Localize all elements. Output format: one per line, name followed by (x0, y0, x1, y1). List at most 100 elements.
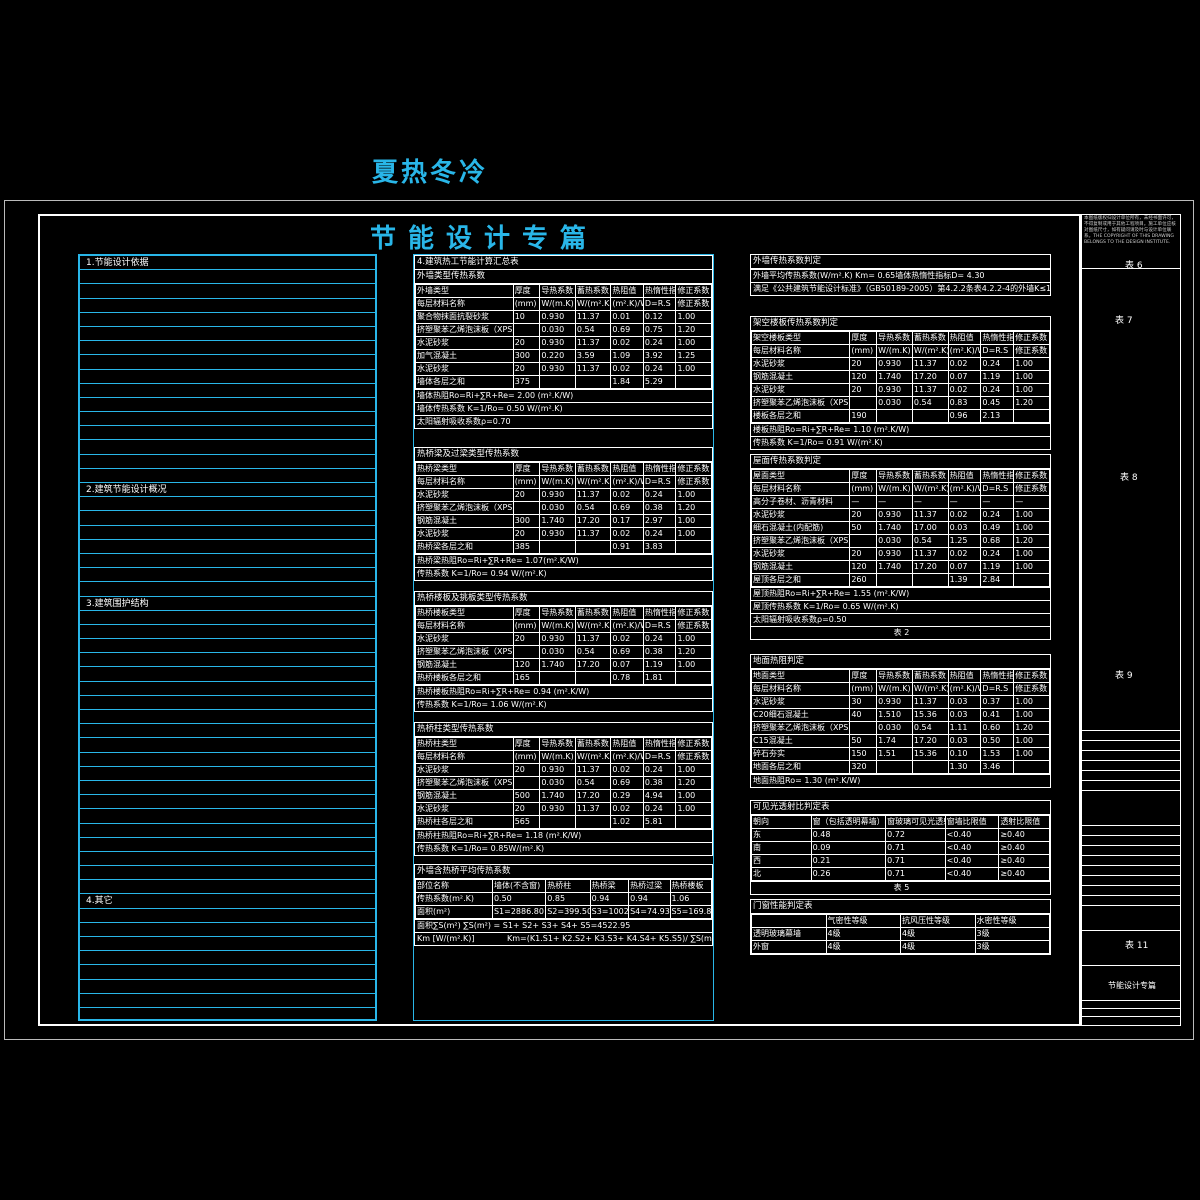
table-cell: 西 (751, 854, 812, 868)
blank-row (80, 965, 375, 980)
table-cell: 1.00 (675, 527, 712, 541)
header-cell: 热惰性指标 (642, 737, 677, 751)
blank-row (80, 540, 375, 554)
table-cell: 4级 (900, 927, 976, 941)
table-cell: 3.46 (980, 760, 1015, 774)
title-block-line (1081, 845, 1181, 846)
header-cell: 厚度 (849, 331, 878, 345)
table-cell: S2=399.50 (545, 905, 591, 919)
blank-row (80, 355, 375, 370)
table-cell: 水泥砂浆 (415, 632, 514, 646)
table-cell: 1.20 (675, 501, 712, 515)
table-cell: 1.25 (675, 349, 712, 363)
header-cell: 热惰性指标 (642, 284, 677, 298)
table-row: 挤塑聚苯乙烯泡沫板（XPS） 0.030 0.54 1.25 0.68 1.20 (750, 534, 1050, 548)
table-cell: 11.37 (574, 763, 612, 777)
header-cell: D=R.S (642, 619, 677, 633)
header-cell: (mm) (512, 619, 541, 633)
table-cell: 20 (849, 508, 878, 522)
table-footnote: 地面热阻Ro= 1.30 (m².K/W) (751, 774, 1050, 787)
table-cell: 1.06 (669, 892, 713, 906)
table-row: 水泥砂浆 20 0.930 11.37 0.02 0.24 1.00 (750, 547, 1050, 561)
table-footnote: 传热系数 K=1/Ro= 1.06 W/(m².K) (415, 698, 712, 711)
blank-row (80, 866, 375, 881)
header-cell: 修正系数 (675, 284, 712, 298)
table-cell: 320 (849, 760, 878, 774)
table-cell: 1.00 (675, 658, 712, 672)
blank-row (80, 455, 375, 469)
table-cell: 0.930 (876, 547, 913, 561)
table-cell: C15混凝土 (750, 734, 851, 748)
table-cell: 水泥砂浆 (415, 362, 514, 376)
table-row: 碎石夯实 150 1.51 15.36 0.10 1.53 1.00 (750, 747, 1050, 761)
table-cell: 0.930 (539, 802, 576, 816)
t-roof-table: 屋面传热系数判定屋面类型厚度导热系数蓄热系数热阻值热惰性指标修正系数每层材料名称… (750, 454, 1051, 640)
t-column-table: 热桥柱类型传热系数热桥柱类型厚度导热系数蓄热系数热阻值热惰性指标修正系数每层材料… (414, 722, 713, 856)
table-cell: ≥0.40 (998, 854, 1050, 868)
table-cell: 钢筋混凝土 (750, 370, 851, 384)
table-footnote: 屋顶热阻Ro=Ri+∑R+Re= 1.55 (m².K/W) (751, 587, 1050, 600)
table-cell: 150 (849, 747, 878, 761)
header-cell: 热阻值 (610, 284, 644, 298)
table-cell: 1.00 (675, 488, 712, 502)
table-title: 可见光透射比判定表 (751, 801, 1050, 815)
table-cell: 1.00 (675, 310, 712, 324)
header-cell: 部位名称 (415, 879, 493, 893)
table-cell: 南 (751, 841, 812, 855)
header-cell: 热桥梁 (589, 879, 630, 893)
table-cell: 0.24 (980, 547, 1015, 561)
table-row: 高分子卷材、沥青材料 — — — — — — (750, 495, 1050, 509)
table-cell: 0.24 (642, 336, 677, 350)
table-cell: — (911, 495, 949, 509)
table-row: C20细石混凝土 40 1.510 15.36 0.03 0.41 1.00 (750, 708, 1050, 722)
table-cell: 4级 (825, 940, 901, 954)
table-cell: 0.24 (980, 383, 1015, 397)
t4-table: 4.建筑热工节能计算汇总表 外墙类型传热系数 外墙类型 厚度 导热系数 蓄热系数 热阻值 热惰… (414, 255, 713, 429)
table-cell: 加气混凝土 (415, 349, 514, 363)
header-cell: 热阻值 (610, 462, 644, 476)
table-cell: 挤塑聚苯乙烯泡沫板（XPS） (750, 721, 851, 735)
table-cell: 20 (512, 362, 541, 376)
table-cell: 190 (849, 409, 878, 423)
table-cell: 17.20 (574, 789, 612, 803)
table-cell: 1.740 (876, 560, 913, 574)
header-cell: 每层材料名称 (415, 475, 514, 489)
table-cell: 楼板各层之和 (750, 409, 851, 423)
table-cell: 聚合物抹面抗裂砂浆 (415, 310, 514, 324)
table-cell: ≥0.40 (998, 867, 1050, 881)
table-cell: — (876, 495, 913, 509)
header-cell: 热惰性指标 (980, 669, 1015, 683)
header-cell: 热桥梁类型 (415, 462, 514, 476)
table-cell (911, 760, 949, 774)
header-cell: 修正系数 (1013, 469, 1050, 483)
blank-row (80, 625, 375, 640)
table-row: 热桥梁各层之和 385 0.91 3.83 (415, 540, 712, 554)
title-block-line (1081, 965, 1181, 966)
table-cell: 0.930 (539, 527, 576, 541)
table-cell: 水泥砂浆 (415, 802, 514, 816)
header-cell: 修正系数 (675, 606, 712, 620)
table-cell: 1.00 (1013, 747, 1050, 761)
table-cell: 1.19 (980, 560, 1015, 574)
table-cell: 11.37 (574, 527, 612, 541)
table-footnote: 热桥柱热阻Ro=Ri+∑R+Re= 1.18 (m².K/W) (415, 829, 712, 842)
table-caption: 表 5 (751, 881, 1050, 894)
table-cell: 透明玻璃幕墙 (751, 927, 827, 941)
table-cell: 1.11 (947, 721, 982, 735)
table-cell: <0.40 (944, 854, 1000, 868)
table-title: 外墙传热系数判定 (751, 255, 1050, 269)
table-footnote: 传热系数 K=1/Ro= 0.85W/(m².K) (415, 842, 712, 855)
table-cell: 传热系数(m².K) (415, 892, 493, 906)
table-label-6: 表 6 (1125, 261, 1143, 271)
blank-row (80, 384, 375, 398)
blank-row (80, 284, 375, 299)
header-cell: 修正系数 (675, 297, 712, 311)
table-heading: 4.建筑热工节能计算汇总表 (415, 256, 712, 270)
table-cell (1013, 760, 1050, 774)
km-row: Km [W/(m².K)] Km=(K1.S1+ K2.S2+ K3.S3+ K4… (415, 932, 712, 945)
table-cell: 0.02 (610, 527, 644, 541)
table-cell: 1.30 (947, 760, 982, 774)
blank-row (80, 937, 375, 952)
blank-row (80, 526, 375, 540)
blank-row (80, 767, 375, 781)
